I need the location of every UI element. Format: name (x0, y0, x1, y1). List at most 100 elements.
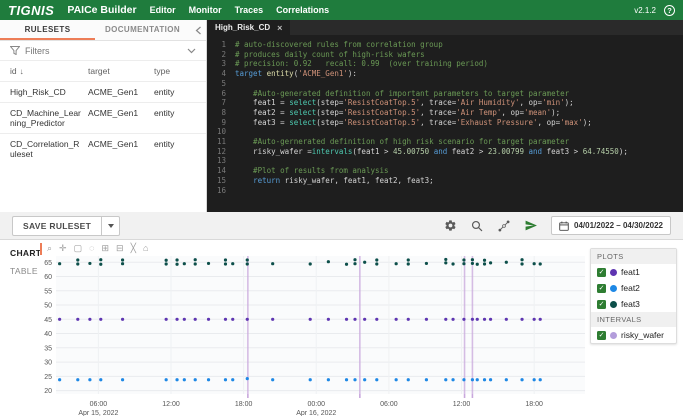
column-header-type[interactable]: type (154, 66, 206, 76)
column-header-target[interactable]: target (88, 66, 154, 76)
table-row[interactable]: CD_Correlation_RulesetACME_Gen1entity (0, 133, 206, 164)
point-feat2 (271, 378, 274, 381)
point-feat1 (471, 318, 474, 321)
point-feat3 (444, 261, 447, 264)
table-cell: entity (154, 108, 206, 128)
editor-tab-high-risk-cd[interactable]: High_Risk_CD × (207, 20, 290, 35)
code-text: # precision: 0.92 recall: 0.99 (over tra… (235, 59, 488, 69)
code-line: 7 feat1 = select(step='ResistCoatTop.5',… (207, 98, 683, 108)
point-feat1 (88, 318, 91, 321)
date-range-picker[interactable]: 04/01/2022 – 04/30/2022 (551, 216, 671, 235)
point-feat3 (407, 262, 410, 265)
nav-item-monitor[interactable]: Monitor (189, 5, 222, 15)
tab-chart[interactable]: CHART (10, 248, 41, 258)
legend-item-feat1[interactable]: ✓feat1 (591, 264, 676, 280)
point-feat3 (483, 262, 486, 265)
panel-tabbar: RULESETS DOCUMENTATION (0, 20, 206, 41)
trendline-icon[interactable] (497, 219, 511, 233)
app-title: PAICe Builder (67, 4, 136, 16)
y-tick-label: 55 (44, 288, 52, 295)
code-line: 3# precision: 0.92 recall: 0.99 (over tr… (207, 59, 683, 69)
x-tick-label: 00:00 (307, 401, 325, 408)
filters-toggle[interactable]: Filters (0, 41, 206, 61)
tignis-logo: TIGNIS (8, 3, 54, 18)
save-ruleset-button[interactable]: SAVE RULESET (12, 216, 102, 236)
series-color-dot (610, 269, 617, 276)
table-row[interactable]: High_Risk_CDACME_Gen1entity (0, 81, 206, 102)
code-text: #Auto-generated definition of important … (235, 89, 569, 99)
code-line: 4target entity('ACME_Gen1'): (207, 69, 683, 79)
filter-icon (10, 46, 20, 55)
point-feat3 (425, 262, 428, 265)
tab-table[interactable]: TABLE (10, 266, 38, 276)
point-feat3 (327, 260, 330, 263)
legend-item-feat3[interactable]: ✓ feat3 (591, 296, 676, 312)
x-tick-label: 18:00 (525, 401, 543, 408)
code-text: feat1 = select(step='ResistCoatTop.5', t… (235, 98, 574, 108)
point-feat2 (183, 378, 186, 381)
point-feat3 (246, 262, 249, 265)
nav-item-editor[interactable]: Editor (150, 5, 176, 15)
code-text: risky_wafer =intervals(feat1 > 45.00750 … (235, 147, 628, 157)
tab-documentation[interactable]: DOCUMENTATION (95, 20, 190, 40)
point-feat3 (345, 263, 348, 266)
upper-split: RULESETS DOCUMENTATION Filters id↓target… (0, 20, 683, 212)
point-feat3 (505, 261, 508, 264)
checkbox-feat3[interactable]: ✓ (597, 300, 606, 309)
code-line: 10 (207, 127, 683, 137)
point-feat3 (183, 262, 186, 265)
code-line: 5 (207, 79, 683, 89)
point-feat3 (175, 263, 178, 266)
code-text: # produces daily count of high-risk wafe… (235, 50, 425, 60)
save-options-dropdown[interactable] (102, 216, 120, 236)
legend-item-feat2[interactable]: ✓feat2 (591, 280, 676, 296)
code-area[interactable]: 1# auto-discovered rules from correlatio… (207, 35, 683, 212)
point-feat3 (471, 258, 474, 261)
close-tab-icon[interactable]: × (277, 23, 282, 33)
point-feat1 (505, 318, 508, 321)
point-feat1 (363, 318, 366, 321)
point-feat3 (224, 258, 227, 261)
point-feat1 (76, 318, 79, 321)
point-feat1 (246, 318, 249, 321)
point-feat3 (520, 262, 523, 265)
collapse-panel-icon[interactable] (190, 20, 206, 40)
column-label: type (154, 66, 170, 76)
x-tick-label: 12:00 (453, 401, 471, 408)
version-label: v2.1.2 (634, 6, 656, 15)
checkbox-feat1[interactable]: ✓ (597, 268, 606, 277)
scatter-plot[interactable]: 2025303540455055606506:00Apr 15, 202212:… (42, 250, 588, 416)
point-feat3 (121, 262, 124, 265)
point-feat1 (451, 318, 454, 321)
point-feat3 (520, 258, 523, 261)
nav-item-traces[interactable]: Traces (235, 5, 264, 15)
legend-item-risky_wafer[interactable]: ✓risky_wafer (591, 327, 676, 343)
intervals-header: INTERVALS (591, 312, 676, 327)
checkbox-feat2[interactable]: ✓ (597, 284, 606, 293)
code-text: # auto-discovered rules from correlation… (235, 40, 443, 50)
line-number: 4 (207, 69, 235, 79)
run-icon[interactable] (524, 219, 538, 233)
nav-item-correlations[interactable]: Correlations (276, 5, 329, 15)
table-cell: CD_Machine_Learning_Predictor (10, 108, 88, 128)
settings-icon[interactable] (443, 219, 457, 233)
point-feat1 (444, 318, 447, 321)
rulesets-table: id↓targettype High_Risk_CDACME_Gen1entit… (0, 61, 206, 164)
point-feat1 (395, 318, 398, 321)
table-row[interactable]: CD_Machine_Learning_PredictorACME_Gen1en… (0, 102, 206, 133)
point-feat3 (309, 262, 312, 265)
point-feat2 (58, 378, 61, 381)
point-feat1 (407, 318, 410, 321)
column-header-id[interactable]: id↓ (10, 66, 88, 76)
code-line: 11 #Auto-gernerated definition of high r… (207, 137, 683, 147)
point-feat3 (76, 258, 79, 261)
point-feat3 (99, 263, 102, 266)
search-icon[interactable] (470, 219, 484, 233)
table-cell: ACME_Gen1 (88, 139, 154, 159)
legend-label: feat3 (621, 299, 640, 309)
series-color-dot (610, 285, 617, 292)
line-number: 16 (207, 186, 235, 196)
checkbox-risky_wafer[interactable]: ✓ (597, 331, 606, 340)
tab-rulesets[interactable]: RULESETS (0, 20, 95, 40)
help-icon[interactable]: ? (664, 5, 675, 16)
